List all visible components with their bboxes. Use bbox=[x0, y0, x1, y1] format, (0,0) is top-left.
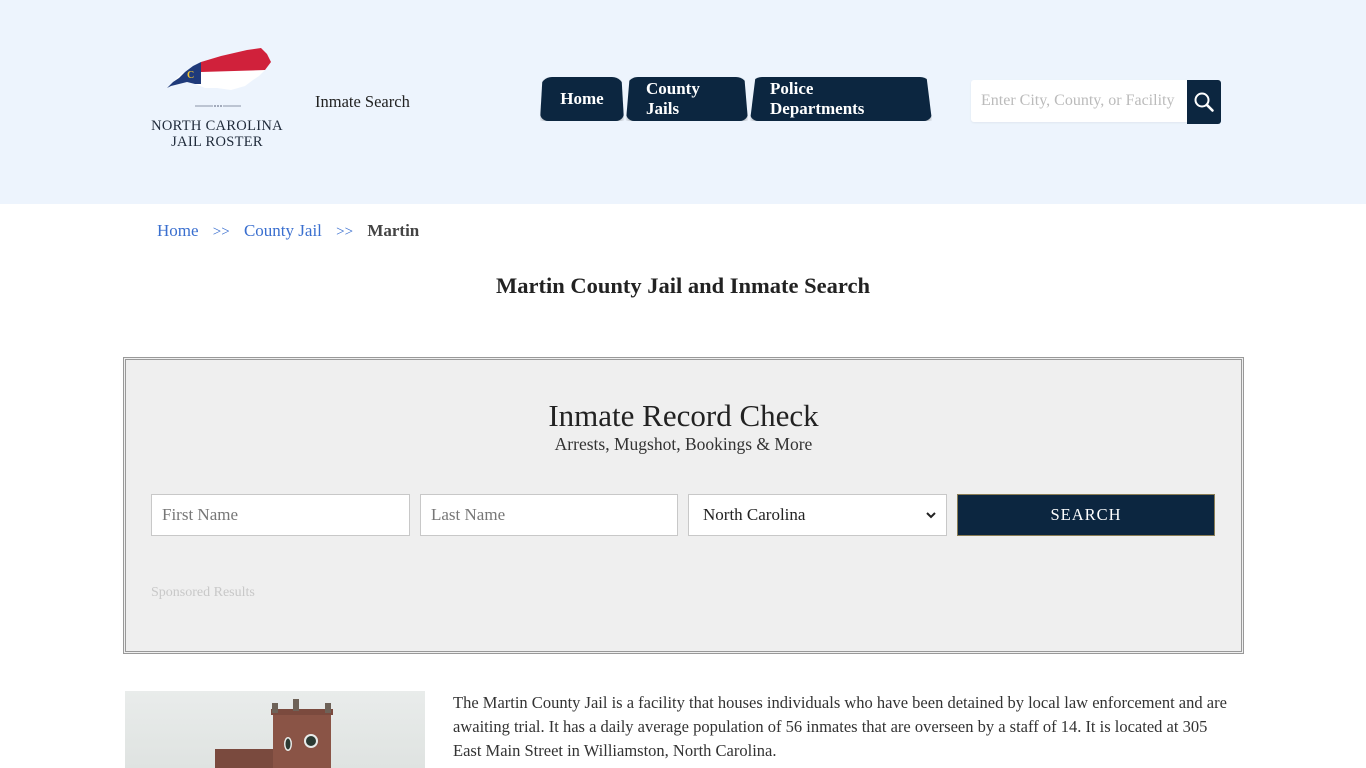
jail-building-photo bbox=[125, 691, 425, 768]
site-search bbox=[971, 80, 1221, 124]
breadcrumb-current: Martin bbox=[367, 221, 420, 240]
last-name-input[interactable] bbox=[420, 494, 678, 536]
nav-home[interactable]: Home bbox=[540, 77, 624, 121]
state-select[interactable]: North Carolina bbox=[688, 494, 947, 536]
svg-text:C: C bbox=[187, 70, 194, 81]
state-select-value: North Carolina bbox=[703, 505, 806, 524]
breadcrumb: Home >> County Jail >> Martin bbox=[157, 221, 419, 241]
chevron-down-icon bbox=[926, 512, 936, 519]
site-search-input[interactable] bbox=[971, 80, 1187, 122]
record-search-button[interactable]: SEARCH bbox=[957, 494, 1215, 536]
page-title: Martin County Jail and Inmate Search bbox=[496, 273, 870, 298]
sponsored-results-label: Sponsored Results bbox=[151, 585, 255, 600]
record-check-title: Inmate Record Check bbox=[548, 398, 819, 433]
magnifier-icon bbox=[1194, 92, 1214, 112]
tagline: Inmate Search bbox=[315, 92, 410, 111]
nav-police-departments[interactable]: Police Departments bbox=[750, 77, 932, 121]
inmate-record-check-panel: Inmate Record Check Arrests, Mugshot, Bo… bbox=[123, 357, 1244, 654]
jail-building-image bbox=[215, 699, 333, 768]
site-header: C NORTH CAROLINA JAIL ROSTER Inmate Sear… bbox=[0, 0, 1366, 204]
record-check-subtitle: Arrests, Mugshot, Bookings & More bbox=[554, 434, 813, 454]
site-logo[interactable]: C NORTH CAROLINA JAIL ROSTER bbox=[146, 44, 288, 154]
main-nav: Home County Jails Police Departments bbox=[540, 77, 934, 121]
breadcrumb-separator: >> bbox=[336, 224, 354, 240]
logo-line-1: NORTH CAROLINA bbox=[151, 118, 283, 134]
breadcrumb-county-jail[interactable]: County Jail bbox=[244, 221, 322, 240]
nav-county-jails[interactable]: County Jails bbox=[626, 77, 748, 121]
logo-text: NORTH CAROLINA JAIL ROSTER bbox=[146, 118, 288, 150]
site-search-button[interactable] bbox=[1187, 80, 1221, 124]
breadcrumb-separator: >> bbox=[212, 224, 230, 240]
jail-description: The Martin County Jail is a facility tha… bbox=[453, 693, 1227, 760]
breadcrumb-home[interactable]: Home bbox=[157, 221, 199, 240]
first-name-input[interactable] bbox=[151, 494, 410, 536]
logo-line-2: JAIL ROSTER bbox=[171, 134, 263, 150]
nc-state-flag-icon: C bbox=[167, 48, 271, 107]
